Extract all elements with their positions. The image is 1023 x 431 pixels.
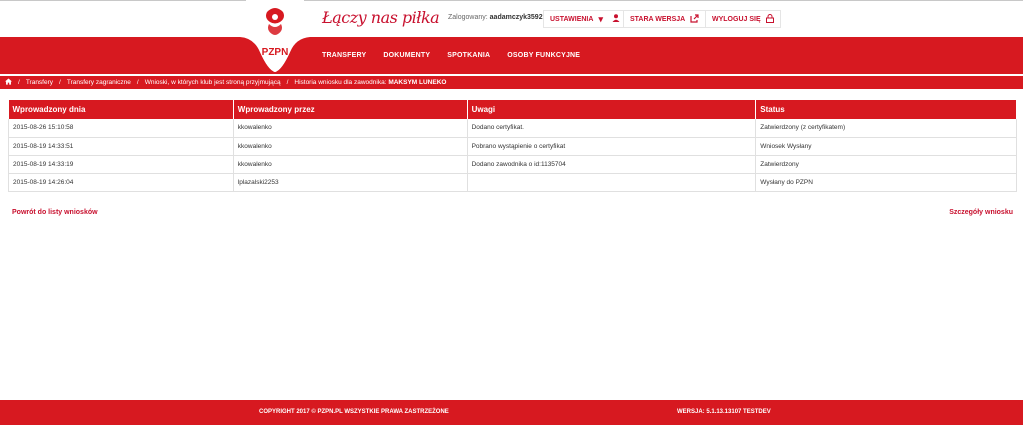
footer-copyright: COPYRIGHT 2017 © PZPN.PL WSZYSTKIE PRAWA… bbox=[259, 409, 449, 415]
cell-status: Zatwierdzony bbox=[755, 155, 1017, 174]
column-header-entered-by[interactable]: Wprowadzony przez bbox=[233, 100, 468, 119]
external-link-icon bbox=[690, 13, 699, 25]
table-row: 2015-08-19 14:26:04 lplazalski2253 Wysła… bbox=[8, 173, 1017, 192]
caret-down-icon: ▾ bbox=[598, 13, 603, 24]
nav-item-dokumenty[interactable]: DOKUMENTY bbox=[383, 52, 430, 59]
old-version-button[interactable]: STARA WERSJA bbox=[623, 10, 707, 28]
table-row: 2015-08-19 14:33:19 kkowalenko Dodano za… bbox=[8, 155, 1017, 174]
header: Łączy nas piłka Zalogowany: aadamczyk359… bbox=[0, 0, 1023, 37]
back-to-list-link[interactable]: Powrót do listy wniosków bbox=[12, 209, 98, 216]
cell-user: kkowalenko bbox=[233, 155, 468, 174]
table-header-row: Wprowadzony dnia Wprowadzony przez Uwagi… bbox=[8, 100, 1017, 119]
logged-in-user: Zalogowany: aadamczyk3592 bbox=[448, 14, 543, 21]
slogan: Łączy nas piłka bbox=[322, 8, 440, 27]
cell-status: Wysłany do PZPN bbox=[755, 173, 1017, 192]
table-row: 2015-08-19 14:33:51 kkowalenko Pobrano w… bbox=[8, 137, 1017, 156]
logout-button[interactable]: WYLOGUJ SIĘ bbox=[705, 10, 781, 28]
cell-date: 2015-08-19 14:33:51 bbox=[8, 137, 234, 156]
breadcrumb-separator: / bbox=[286, 79, 289, 86]
cell-notes bbox=[467, 173, 757, 192]
footer-version: WERSJA: 5.1.13.13107 TESTDEV bbox=[677, 409, 771, 415]
column-header-notes[interactable]: Uwagi bbox=[467, 100, 757, 119]
request-details-link[interactable]: Szczegóły wniosku bbox=[949, 209, 1013, 216]
cell-notes: Pobrano wystąpienie o certyfikat bbox=[467, 137, 757, 156]
lock-icon bbox=[765, 13, 774, 25]
breadcrumb-separator: / bbox=[136, 79, 139, 86]
cell-user: kkowalenko bbox=[233, 137, 468, 156]
cell-date: 2015-08-19 14:33:19 bbox=[8, 155, 234, 174]
breadcrumb: / Transfery / Transfery zagraniczne / Wn… bbox=[5, 78, 446, 87]
cell-notes: Dodano zawodnika o id:1135704 bbox=[467, 155, 757, 174]
breadcrumb-separator: / bbox=[18, 79, 20, 86]
user-label: Zalogowany: bbox=[448, 14, 488, 21]
settings-label: USTAWIENIA bbox=[550, 15, 594, 23]
cell-notes: Dodano certyfikat. bbox=[467, 119, 757, 138]
old-version-label: STARA WERSJA bbox=[630, 15, 686, 23]
settings-button[interactable]: USTAWIENIA ▾ bbox=[543, 10, 627, 28]
breadcrumb-item-transfery-zagraniczne[interactable]: Transfery zagraniczne bbox=[67, 79, 131, 86]
column-header-status[interactable]: Status bbox=[755, 100, 1017, 119]
logo-text: PZPN bbox=[262, 47, 289, 58]
column-header-entered-on[interactable]: Wprowadzony dnia bbox=[8, 100, 234, 119]
cell-status: Zatwierdzony (z certyfikatem) bbox=[755, 119, 1017, 138]
cell-user: kkowalenko bbox=[233, 119, 468, 138]
cell-user: lplazalski2253 bbox=[233, 173, 468, 192]
breadcrumb-current-prefix: Historia wniosku dla zawodnika: bbox=[294, 79, 387, 86]
breadcrumb-item-transfery[interactable]: Transfery bbox=[26, 79, 53, 86]
cell-status: Wniosek Wysłany bbox=[755, 137, 1017, 156]
nav-item-transfery[interactable]: TRANSFERY bbox=[322, 52, 366, 59]
home-icon[interactable] bbox=[5, 78, 12, 87]
breadcrumb-current-name: MAKSYM LUNEKO bbox=[388, 79, 447, 86]
nav-item-osoby-funkcyjne[interactable]: OSOBY FUNKCYJNE bbox=[507, 52, 580, 59]
user-icon bbox=[612, 14, 620, 24]
nav-item-spotkania[interactable]: SPOTKANIA bbox=[447, 52, 490, 59]
top-border bbox=[0, 0, 1023, 1]
pzpn-logo[interactable]: PZPN bbox=[240, 0, 310, 72]
main-nav: TRANSFERY DOKUMENTY SPOTKANIA OSOBY FUNK… bbox=[322, 52, 597, 59]
logout-label: WYLOGUJ SIĘ bbox=[712, 15, 761, 23]
breadcrumb-separator: / bbox=[59, 79, 61, 86]
username: aadamczyk3592 bbox=[489, 14, 543, 21]
breadcrumb-item-wnioski[interactable]: Wnioski, w których klub jest stroną przy… bbox=[145, 79, 281, 86]
footer bbox=[0, 400, 1023, 425]
history-table: Wprowadzony dnia Wprowadzony przez Uwagi… bbox=[8, 100, 1017, 192]
table-row: 2015-08-26 15:10:58 kkowalenko Dodano ce… bbox=[8, 119, 1017, 138]
cell-date: 2015-08-26 15:10:58 bbox=[8, 119, 234, 138]
bottom-strip bbox=[0, 425, 1023, 431]
cell-date: 2015-08-19 14:26:04 bbox=[8, 173, 234, 192]
